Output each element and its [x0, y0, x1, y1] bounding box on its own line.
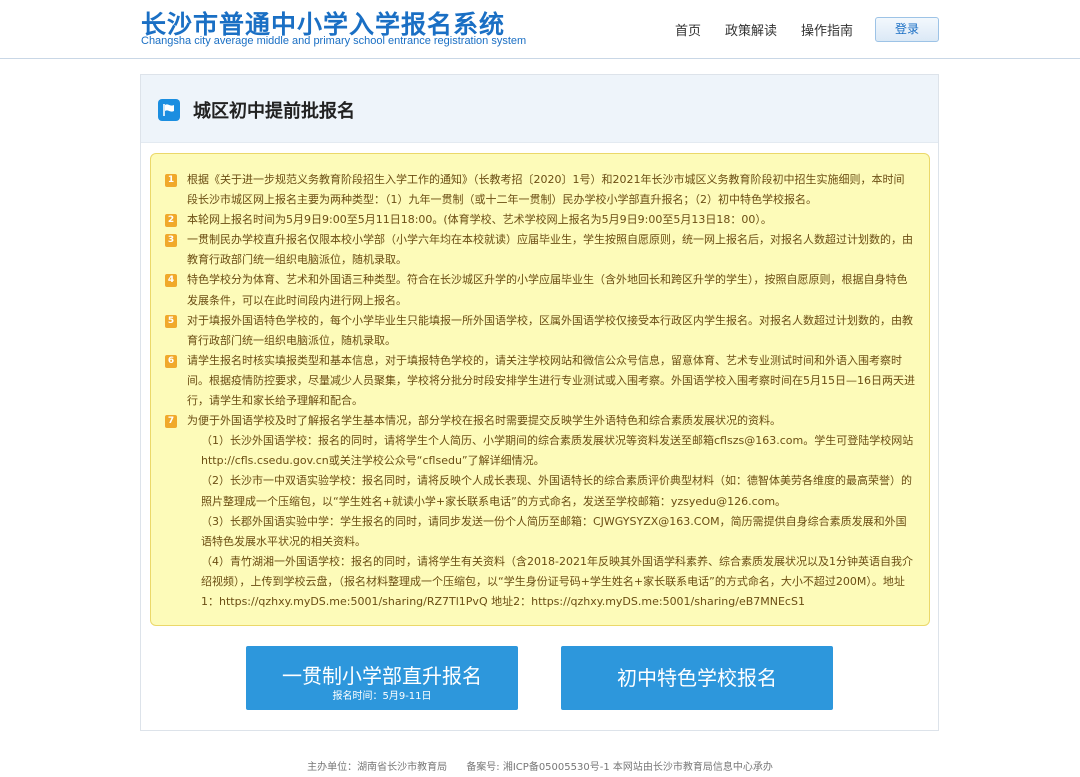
sub-notice: （3）长郡外国语实验中学：学生报名的同时，请同步发送一份个人简历至邮箱：CJWG… [201, 514, 907, 548]
special-school-button[interactable]: 初中特色学校报名 [561, 646, 833, 710]
sub-notice: （1）长沙外国语学校：报名的同时，请将学生个人简历、小学期间的综合素质发展状况等… [201, 434, 914, 468]
top-nav: 首页 政策解读 操作指南 [675, 20, 853, 39]
notice-item: 6 请学生报名时核实填报类型和基本信息，对于填报特色学校的，请关注学校网站和微信公… [165, 351, 915, 411]
notice-text: 本轮网上报名时间为5月9日9:00至5月11日18:00。(体育学校、艺术学校网… [187, 213, 772, 227]
footer-icp: 备案号: 湘ICP备05005530号-1 本网站由长沙市教育局信息中心承办 [466, 762, 773, 773]
number-badge: 1 [165, 174, 177, 187]
notice-text: 为便于外国语学校及时了解报名学生基本情况，部分学校在报名时需要提交反映学生外语特… [187, 414, 781, 428]
registration-panel: 城区初中提前批报名 1 根据《关于进一步规范义务教育阶段招生入学工作的通知》（长教… [140, 74, 939, 731]
notice-item: 2 本轮网上报名时间为5月9日9:00至5月11日18:00。(体育学校、艺术学校… [165, 210, 915, 230]
nav-home[interactable]: 首页 [675, 20, 701, 39]
number-badge: 3 [165, 234, 177, 248]
notice-text: 对于填报外国语特色学校的，每个小学毕业生只能填报一所外国语学校，区属外国语学校仅… [187, 313, 913, 347]
number-badge: 5 [165, 314, 177, 328]
notice-text: 一贯制民办学校直升报名仅限本校小学部（小学六年均在本校就读）应届毕业生，学生按照… [187, 233, 913, 267]
number-badge: 6 [165, 354, 177, 368]
notice-box: 1 根据《关于进一步规范义务教育阶段招生入学工作的通知》（长教考招〔2020〕1号… [150, 153, 930, 626]
login-button[interactable]: 登录 [875, 17, 939, 42]
notice-item: 7 为便于外国语学校及时了解报名学生基本情况，部分学校在报名时需要提交反映学生外语… [165, 411, 915, 431]
sub-notice: （4）青竹湖湘一外国语学校：报名的同时，请将学生有关资料（含2018-2021年… [201, 554, 913, 608]
flag-icon [158, 99, 180, 121]
site-header: 长沙市普通中小学入学报名系统 Changsha city average mid… [0, 0, 1080, 59]
number-badge: 2 [165, 214, 177, 228]
nav-guide[interactable]: 操作指南 [801, 20, 853, 39]
site-subtitle: Changsha city average middle and primary… [141, 35, 527, 47]
number-badge: 7 [165, 415, 177, 429]
site-footer: 主办单位：湖南省长沙市教育局 备案号: 湘ICP备05005530号-1 本网站… [0, 758, 1080, 773]
notice-item: 4 特色学校分为体育、艺术和外国语三种类型。符合在长沙城区升学的小学应届毕业生（含… [165, 270, 915, 310]
panel-header: 城区初中提前批报名 [141, 75, 938, 143]
footer-sponsor: 主办单位：湖南省长沙市教育局 [307, 762, 448, 773]
notice-item: 3 一贯制民办学校直升报名仅限本校小学部（小学六年均在本校就读）应届毕业生，学生按… [165, 230, 915, 270]
panel-title: 城区初中提前批报名 [193, 101, 355, 122]
notice-text: 根据《关于进一步规范义务教育阶段招生入学工作的通知》（长教考招〔2020〕1号）… [187, 173, 905, 207]
notice-text: 特色学校分为体育、艺术和外国语三种类型。符合在长沙城区升学的小学应届毕业生（含外… [187, 273, 908, 307]
registration-time: 报名时间：5月9-11日 [332, 691, 432, 702]
notice-item: 1 根据《关于进一步规范义务教育阶段招生入学工作的通知》（长教考招〔2020〕1号… [165, 170, 915, 210]
notice-item: 5 对于填报外国语特色学校的，每个小学毕业生只能填报一所外国语学校，区属外国语学校… [165, 311, 915, 351]
direct-promotion-label: 一贯制小学部直升报名 [282, 664, 482, 688]
sub-notice: （2）长沙市一中双语实验学校：报名同时，请将反映个人成长表现、外国语特长的综合素… [201, 474, 912, 508]
notice-text: 请学生报名时核实填报类型和基本信息，对于填报特色学校的，请关注学校网站和微信公众… [187, 353, 915, 408]
number-badge: 4 [165, 274, 177, 288]
special-school-label: 初中特色学校报名 [617, 666, 777, 690]
nav-policy[interactable]: 政策解读 [725, 20, 777, 39]
direct-promotion-button[interactable]: 一贯制小学部直升报名 报名时间：5月9-11日 [246, 646, 518, 710]
